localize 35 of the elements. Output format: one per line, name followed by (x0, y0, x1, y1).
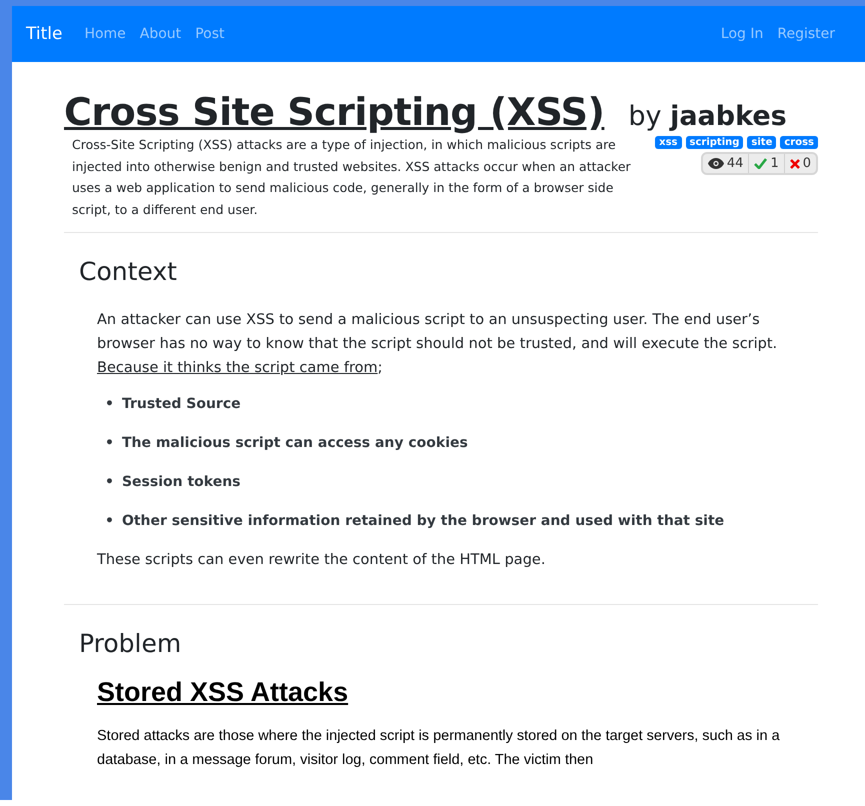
nav-link[interactable]: Home (84, 26, 126, 42)
nav-link[interactable]: Post (195, 26, 224, 42)
tag-badge[interactable]: site (747, 136, 776, 149)
section-heading: Context (79, 257, 178, 286)
check-icon (754, 158, 768, 169)
bullet-marker: • (105, 512, 114, 531)
brand-link[interactable]: Title (26, 24, 62, 44)
bullet-item: Trusted Source (122, 395, 241, 414)
bullet-marker: • (105, 473, 114, 492)
tag-badge[interactable]: cross (780, 136, 818, 149)
paragraph: Stored attacks are those where the injected script is permanently stored on the target servers, such as in a database, in a message forum, visitor log, comment field, etc. The victim then (97, 727, 781, 770)
nav-link[interactable]: Log In (720, 26, 764, 42)
post-title: Cross Site Scripting (XSS) (64, 90, 604, 134)
paragraph: These scripts can even rewrite the content of the HTML page. (97, 551, 546, 570)
section-heading: Problem (79, 629, 182, 658)
punctuation: ; (378, 359, 383, 378)
stat-count: 0 (802, 156, 811, 171)
bullet-item: Session tokens (122, 473, 240, 492)
underlined-link[interactable]: Because it thinks the script came from (97, 356, 378, 380)
post-summary: Cross-Site Scripting (XSS) attacks are a type of injection, in which malicious scripts are injected into otherwise benign and trusted websites. XSS attacks occur when an attacker uses a web application to send malicious code, generally in the form of a browser side script, to a different end user. (72, 136, 632, 219)
tag-badge[interactable]: xss (655, 136, 682, 149)
nav-link[interactable]: About (140, 26, 182, 42)
paragraph: An attacker can use XSS to send a malicious script to an unsuspecting user. The end user’s browser has no way to know that the script should not be trusted, and will execute the script. (97, 311, 778, 354)
stat-count: 44 (726, 156, 744, 171)
bullet-marker: • (105, 395, 114, 414)
cross-icon (790, 158, 800, 168)
stat-count: 1 (770, 156, 779, 171)
bullet-item: The malicious script can access any cookies (122, 434, 468, 453)
subsection-heading: Stored XSS Attacks (97, 680, 350, 704)
tag-badge[interactable]: scripting (686, 136, 744, 149)
nav-link[interactable]: Register (777, 26, 835, 42)
bullet-item: Other sensitive information retained by the browser and used with that site (122, 512, 724, 531)
post-byline: by jaabkes (628, 101, 787, 132)
bullet-marker: • (105, 434, 114, 453)
eye-icon (708, 158, 724, 169)
